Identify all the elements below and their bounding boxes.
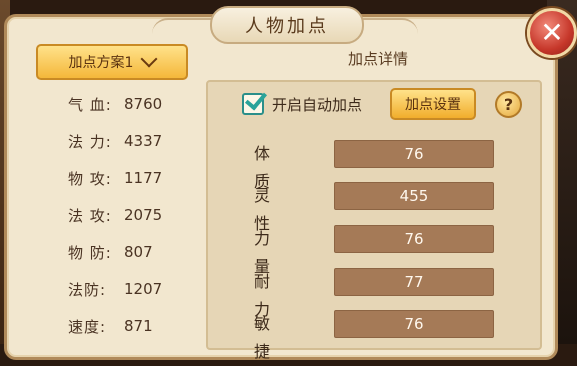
help-button[interactable]: ? [495,91,522,118]
details-heading: 加点详情 [348,50,409,68]
attribute-name: 体质 [254,144,272,191]
attribute-value-bar: 77 [334,268,494,296]
scheme-dropdown[interactable]: 加点方案1 [36,44,188,80]
stat-row: 法防: 1207 [68,277,188,301]
stat-label: 法 力: [68,132,112,151]
points-settings-button[interactable]: 加点设置 [390,88,476,120]
stat-value: 807 [124,243,153,261]
stat-label: 法防: [68,280,107,299]
attribute-name: 灵性 [254,186,272,233]
close-icon: ✕ [540,16,564,49]
chevron-down-icon [140,50,158,68]
stat-row: 法 力: 4337 [68,129,188,153]
stat-row: 法 攻: 2075 [68,203,188,227]
stat-row: 气 血: 8760 [68,92,188,116]
attribute-value-bar: 76 [334,140,494,168]
attribute-value-bar: 76 [334,310,494,338]
stat-value: 1177 [124,169,163,187]
stat-value: 4337 [124,132,163,150]
stat-value: 871 [124,317,153,335]
auto-allocate-checkbox[interactable] [242,87,268,115]
stat-label: 物 防: [68,243,112,262]
attribute-value: 76 [404,230,424,248]
attribute-value-bar: 455 [334,182,494,210]
attribute-value: 77 [404,273,424,291]
stat-row: 物 防: 807 [68,240,188,264]
stat-value: 2075 [124,206,163,224]
scheme-dropdown-label: 加点方案1 [68,55,134,71]
stat-label: 气 血: [68,95,112,114]
stat-row: 物 攻: 1177 [68,166,188,190]
auto-allocate-toggle[interactable]: 开启自动加点 [242,87,363,118]
stat-value: 1207 [124,280,163,298]
window-title: 人物加点 [210,6,364,44]
stat-label: 速度: [68,317,107,336]
stat-row: 速度: 871 [68,314,188,338]
auto-allocate-label: 开启自动加点 [272,95,363,114]
attribute-value: 76 [404,315,424,333]
points-settings-label: 加点设置 [405,97,461,113]
attribute-value: 455 [399,187,429,205]
stat-label: 法 攻: [68,206,112,225]
attribute-value-bar: 76 [334,225,494,253]
close-button[interactable]: ✕ [527,8,577,58]
stat-label: 物 攻: [68,169,112,188]
checkmark-icon [244,87,268,111]
attribute-name: 力量 [254,229,272,276]
attribute-value: 76 [404,145,424,163]
stat-value: 8760 [124,95,163,113]
attribute-name: 敏捷 [254,314,272,361]
question-icon: ? [503,95,514,114]
attribute-name: 耐力 [254,272,272,319]
title-plaque: 人物加点 [152,4,418,44]
